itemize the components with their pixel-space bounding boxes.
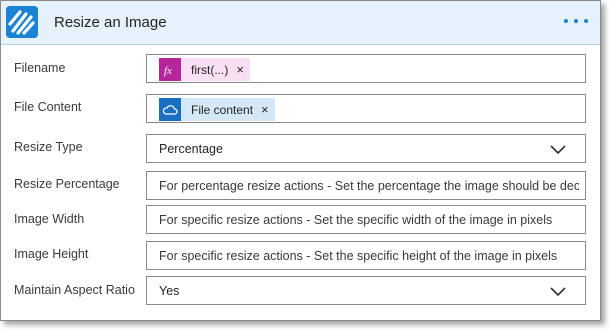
resize-percentage-placeholder: For percentage resize actions - Set the … xyxy=(159,179,579,193)
image-height-placeholder: For specific resize actions - Set the sp… xyxy=(159,249,558,263)
filename-token[interactable]: fx first(...) × xyxy=(159,58,250,81)
action-title: Resize an Image xyxy=(54,14,167,31)
file-content-token[interactable]: File content × xyxy=(159,98,275,121)
image-height-label: Image Height xyxy=(14,247,89,261)
chevron-down-icon[interactable] xyxy=(549,143,567,155)
filename-field[interactable]: fx first(...) × xyxy=(146,54,586,83)
maintain-aspect-ratio-dropdown[interactable]: Yes xyxy=(146,276,586,305)
resize-percentage-label: Resize Percentage xyxy=(14,177,120,191)
image-height-input[interactable]: For specific resize actions - Set the sp… xyxy=(146,241,586,270)
filename-token-text: first(...) xyxy=(191,62,229,77)
chevron-down-icon[interactable] xyxy=(549,285,567,297)
remove-token-icon[interactable]: × xyxy=(236,62,244,77)
remove-token-icon[interactable]: × xyxy=(261,102,269,117)
cloud-icon xyxy=(159,98,181,121)
resize-type-value: Percentage xyxy=(159,142,223,156)
svg-text:fx: fx xyxy=(164,65,172,77)
resize-type-label: Resize Type xyxy=(14,140,83,154)
maintain-aspect-ratio-value: Yes xyxy=(159,284,180,298)
card-header[interactable]: Resize an Image xyxy=(1,1,600,45)
file-content-token-text: File content xyxy=(191,102,254,117)
more-ellipsis-icon[interactable] xyxy=(564,13,588,29)
fx-icon: fx xyxy=(159,58,181,81)
file-content-field[interactable]: File content × xyxy=(146,94,586,123)
connector-logo-icon xyxy=(6,6,38,38)
filename-label: Filename xyxy=(14,61,66,75)
maintain-aspect-ratio-label: Maintain Aspect Ratio xyxy=(14,283,135,297)
image-width-input[interactable]: For specific resize actions - Set the sp… xyxy=(146,205,586,234)
resize-type-dropdown[interactable]: Percentage xyxy=(146,134,586,163)
image-width-placeholder: For specific resize actions - Set the sp… xyxy=(159,213,553,227)
action-card: Resize an Image Filename fx first(...) ×… xyxy=(0,0,601,321)
resize-percentage-input[interactable]: For percentage resize actions - Set the … xyxy=(146,171,586,200)
file-content-label: File Content xyxy=(14,100,82,114)
image-width-label: Image Width xyxy=(14,212,85,226)
